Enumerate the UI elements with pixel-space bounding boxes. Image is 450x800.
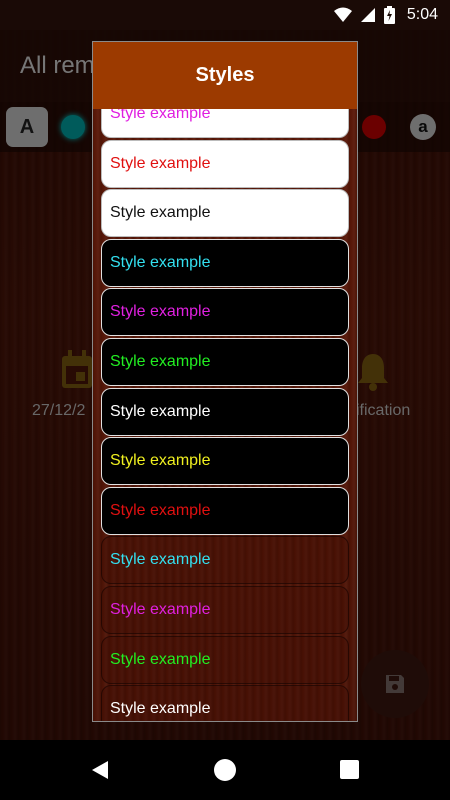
- battery-icon: [383, 6, 395, 24]
- style-option-label: Style example: [110, 204, 211, 222]
- style-option-item[interactable]: Style example: [101, 536, 349, 585]
- style-option-item[interactable]: Style example: [101, 437, 349, 486]
- style-option-item[interactable]: Style example: [101, 139, 349, 188]
- style-option-label: Style example: [110, 402, 211, 420]
- style-option-label: Style example: [110, 551, 211, 569]
- style-option-label: Style example: [110, 303, 211, 321]
- style-option-label: Style example: [110, 700, 211, 718]
- style-option-item[interactable]: Style example: [101, 635, 349, 684]
- style-option-label: Style example: [110, 154, 211, 172]
- style-option-item[interactable]: Style example: [101, 288, 349, 337]
- dialog-title: Styles: [195, 64, 255, 86]
- style-option-item[interactable]: Style example: [101, 585, 349, 634]
- dialog-header: Styles: [93, 42, 357, 109]
- style-option-label: Style example: [110, 650, 211, 668]
- style-option-label: Style example: [110, 352, 211, 370]
- status-icons: 5:04: [333, 5, 438, 25]
- status-time: 5:04: [406, 6, 438, 23]
- style-option-item[interactable]: Style example: [101, 109, 349, 138]
- style-option-item[interactable]: Style example: [101, 685, 349, 721]
- home-icon[interactable]: [214, 759, 236, 781]
- signal-icon: [360, 8, 375, 22]
- wifi-icon: [333, 7, 352, 22]
- style-option-label: Style example: [110, 600, 211, 618]
- style-option-item[interactable]: Style example: [101, 387, 349, 436]
- style-option-item[interactable]: Style example: [101, 238, 349, 287]
- recents-icon[interactable]: [340, 760, 359, 779]
- styles-items: Style example Style example Style example S…: [101, 109, 349, 721]
- style-option-label: Style example: [110, 501, 211, 519]
- style-option-label: Style example: [110, 452, 211, 470]
- navigation-bar: [0, 740, 450, 800]
- styles-list[interactable]: Style example Style example Style example S…: [93, 109, 357, 721]
- status-bar: 5:04: [0, 0, 450, 30]
- style-option-label: Style example: [110, 253, 211, 271]
- style-option-label: Style example: [110, 109, 211, 122]
- style-option-item[interactable]: Style example: [101, 337, 349, 386]
- style-option-item[interactable]: Style example: [101, 486, 349, 535]
- back-icon[interactable]: [90, 760, 110, 780]
- style-option-item[interactable]: Style example: [101, 189, 349, 238]
- styles-dialog: Styles Style example Style example Style e…: [92, 41, 358, 722]
